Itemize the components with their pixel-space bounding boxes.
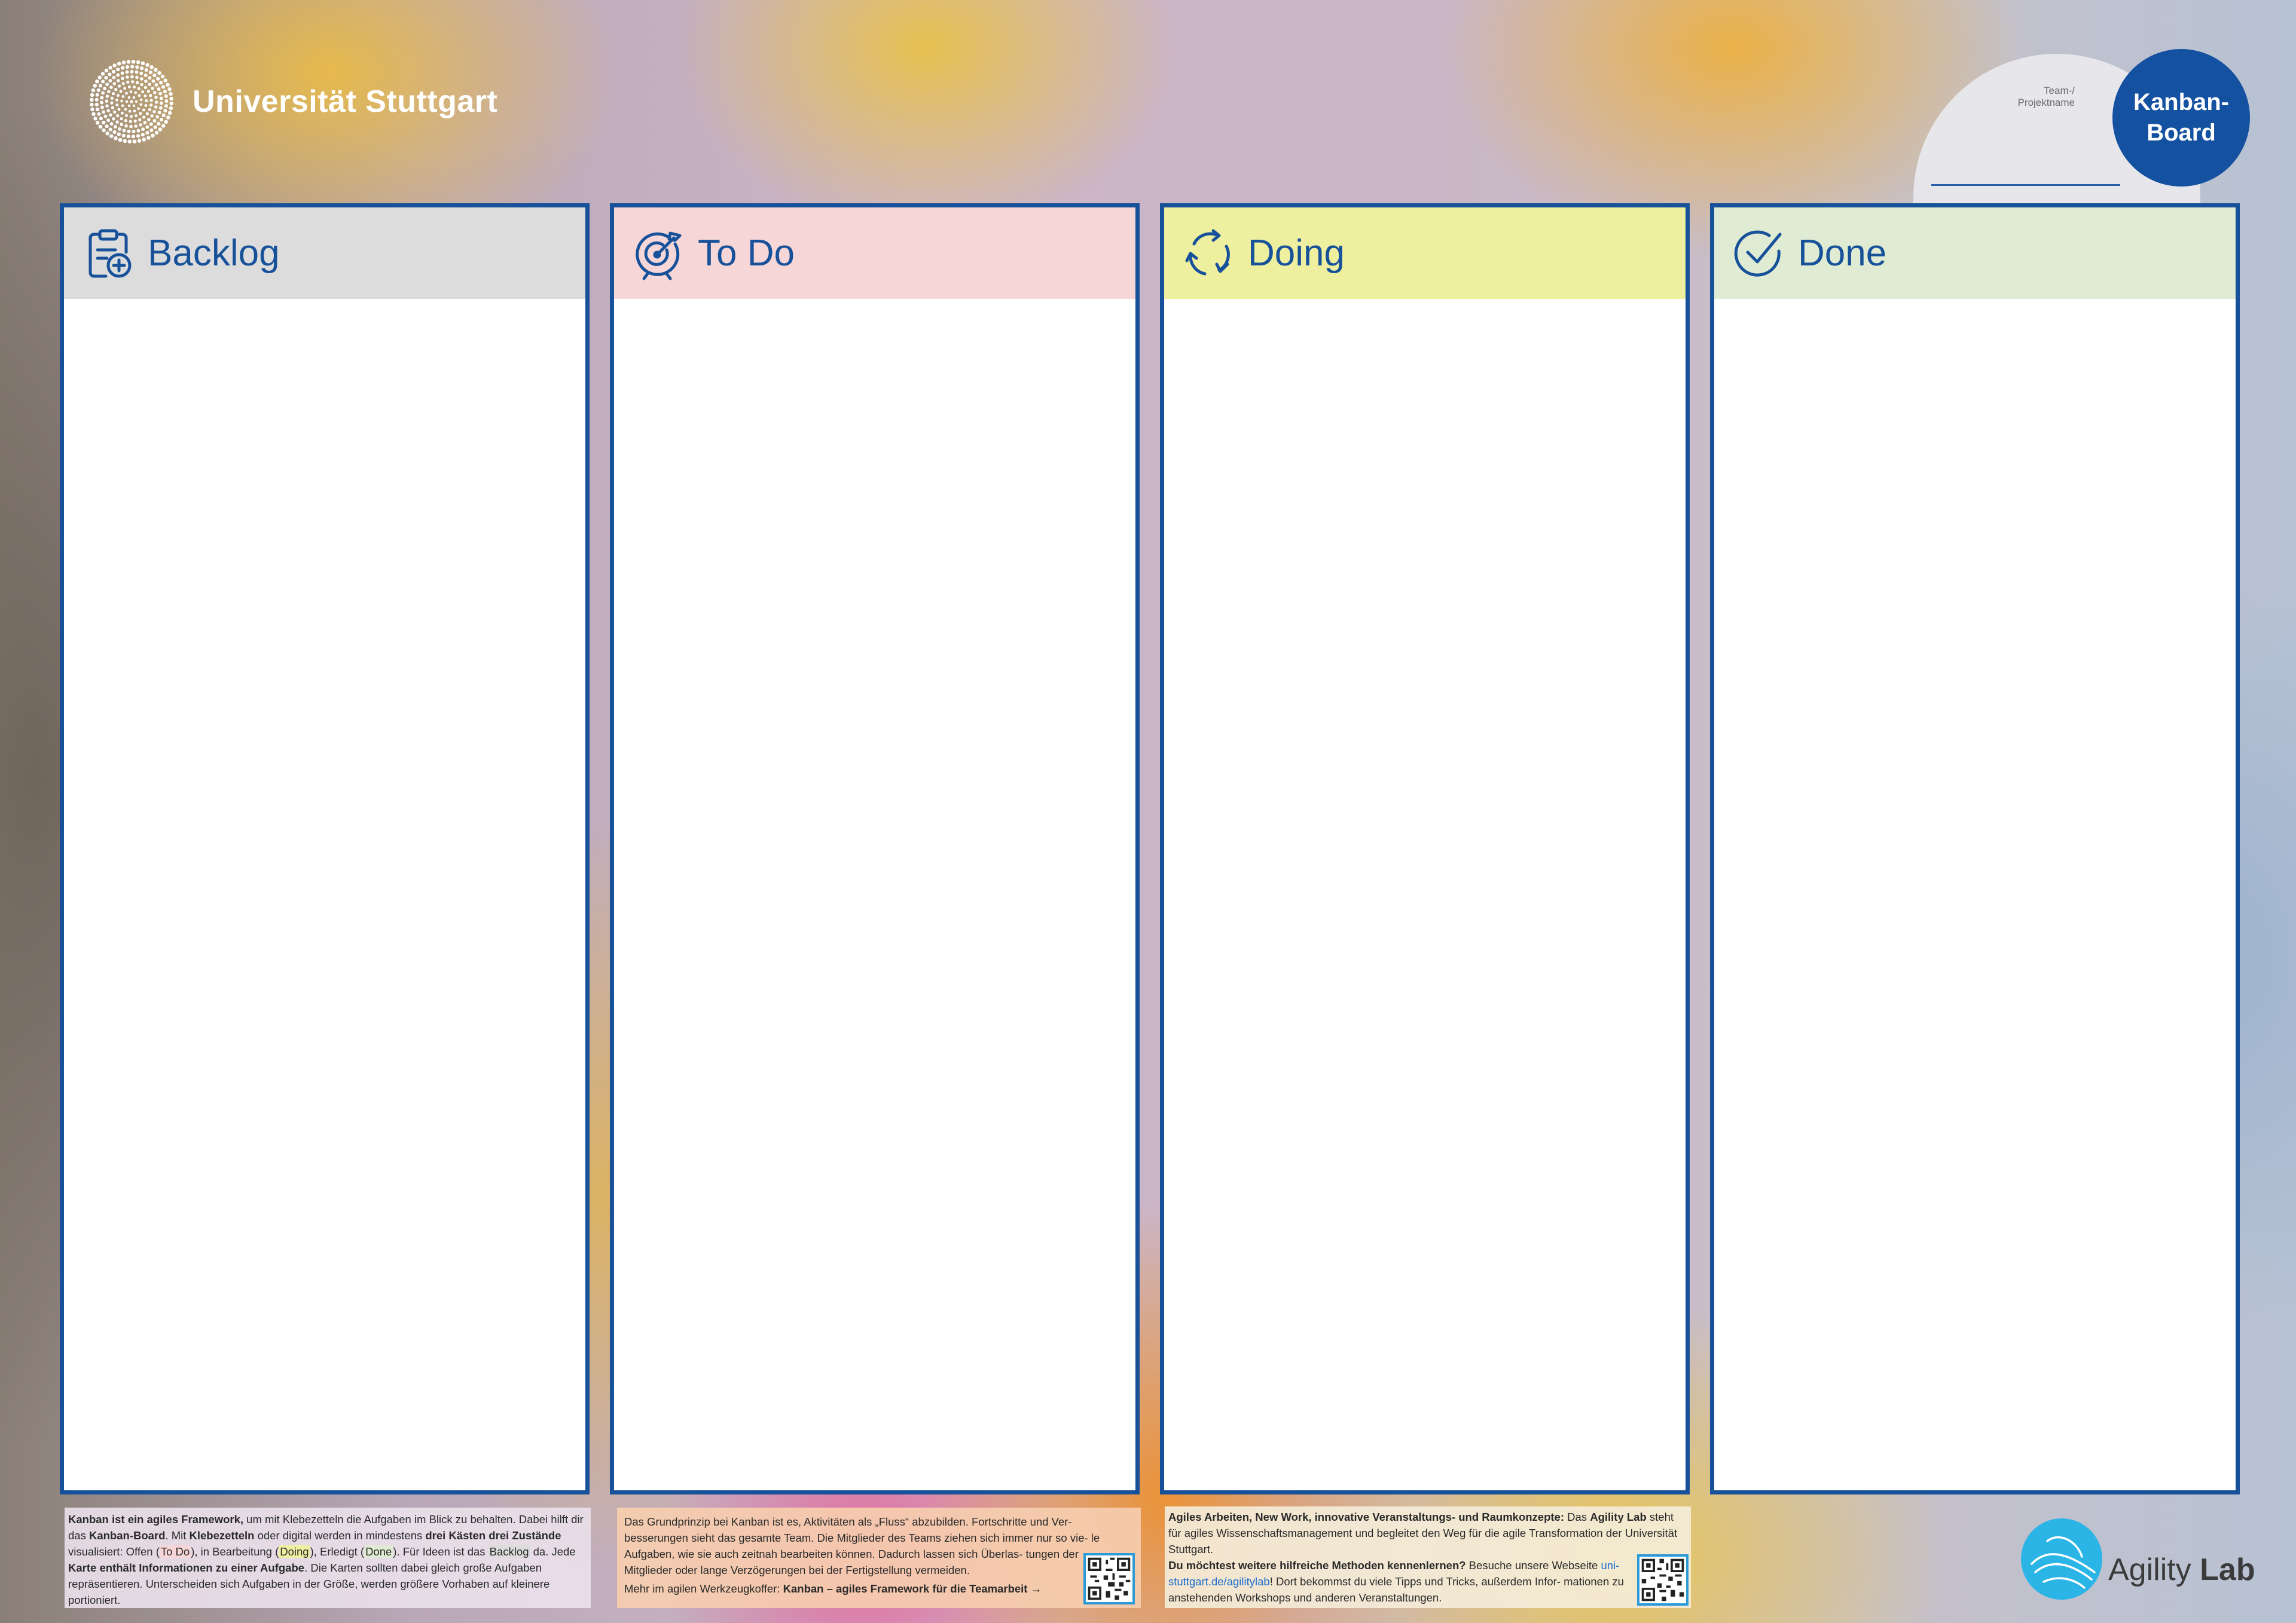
column-doing[interactable]: Doing [1160,203,1690,1494]
university-name: Universität Stuttgart [193,84,498,119]
kanban-board-badge: Kanban- Board [2112,49,2250,187]
team-name-label: Team-/ Projektname [2017,85,2075,108]
check-circle-icon [1730,225,1787,282]
info-box-kanban-intro: Kanban ist ein agiles Framework, um mit … [65,1508,591,1608]
refresh-cycle-icon [1180,225,1237,282]
info-box-agility-lab: Agiles Arbeiten, New Work, innovative Ve… [1165,1506,1691,1608]
column-title-todo: To Do [698,233,795,274]
column-header-backlog: Backlog [64,207,585,299]
column-todo[interactable]: To Do [610,203,1140,1494]
qr-code-toolkit[interactable] [1083,1553,1135,1604]
column-body-done[interactable] [1714,299,2236,1490]
column-header-todo: To Do [614,207,1135,299]
column-title-doing: Doing [1248,233,1345,274]
info-box-flow-principle: Das Grundprinzip bei Kanban ist es, Akti… [617,1508,1141,1608]
qr-code-icon [1641,1558,1684,1601]
qr-code-website[interactable] [1637,1554,1689,1606]
column-body-backlog[interactable] [64,299,585,1490]
agility-lab-wave-icon [2021,1518,2102,1600]
target-arrow-icon [630,225,687,282]
team-name-underline [1931,184,2120,186]
clipboard-plus-icon [80,225,137,282]
university-seal-icon [90,60,173,143]
agility-lab-logo: Agility Lab [2020,1517,2255,1601]
column-title-done: Done [1798,233,1887,274]
column-body-doing[interactable] [1164,299,1686,1490]
column-backlog[interactable]: Backlog [60,203,590,1494]
column-done[interactable]: Done [1710,203,2240,1494]
qr-code-icon [1088,1557,1131,1600]
column-header-done: Done [1714,207,2236,299]
column-title-backlog: Backlog [148,233,280,274]
agility-lab-wordmark: Agility Lab [2108,1552,2255,1587]
column-header-doing: Doing [1164,207,1686,299]
column-body-todo[interactable] [614,299,1135,1490]
university-logo: Universität Stuttgart [90,60,497,143]
toolkit-link[interactable]: Kanban – agiles Framework für die Teamar… [783,1582,1042,1595]
